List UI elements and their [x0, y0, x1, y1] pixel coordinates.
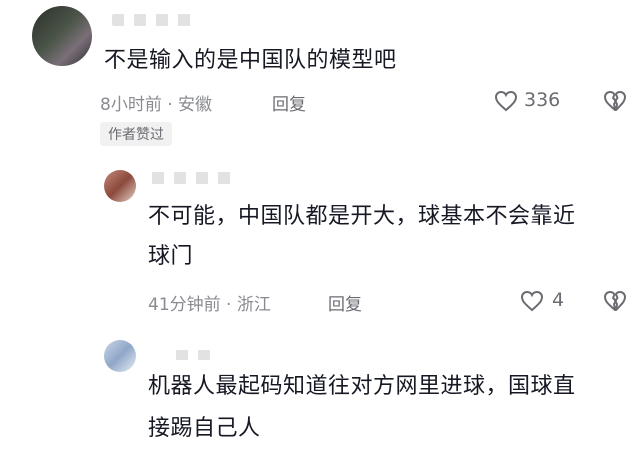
comment-text: 不是输入的是中国队的模型吧	[104, 48, 397, 73]
broken-heart-icon[interactable]	[602, 90, 628, 112]
avatar[interactable]	[104, 340, 136, 372]
comment-text: 机器人最起码知道往对方网里进球，国球直	[148, 374, 576, 399]
like-count: 4	[552, 289, 565, 311]
reply-button[interactable]: 回复	[328, 290, 362, 315]
like-count: 336	[524, 89, 561, 111]
heart-icon[interactable]	[520, 290, 544, 312]
username[interactable]	[112, 14, 192, 26]
reply-button[interactable]: 回复	[272, 90, 306, 115]
comment-text: 不可能，中国队都是开大，球基本不会靠近	[148, 204, 576, 229]
comment-text-continued: 接踢自己人	[148, 416, 261, 441]
heart-icon[interactable]	[494, 90, 518, 112]
comment-meta: 8小时前 · 安徽	[100, 95, 213, 115]
comment-meta: 41分钟前 · 浙江	[148, 295, 271, 315]
username[interactable]	[152, 172, 240, 184]
username[interactable]	[176, 350, 216, 360]
comment-text-continued: 球门	[148, 244, 194, 269]
author-liked-badge: 作者赞过	[100, 122, 172, 146]
avatar[interactable]	[32, 6, 92, 66]
broken-heart-icon[interactable]	[602, 290, 628, 312]
avatar[interactable]	[104, 170, 136, 202]
